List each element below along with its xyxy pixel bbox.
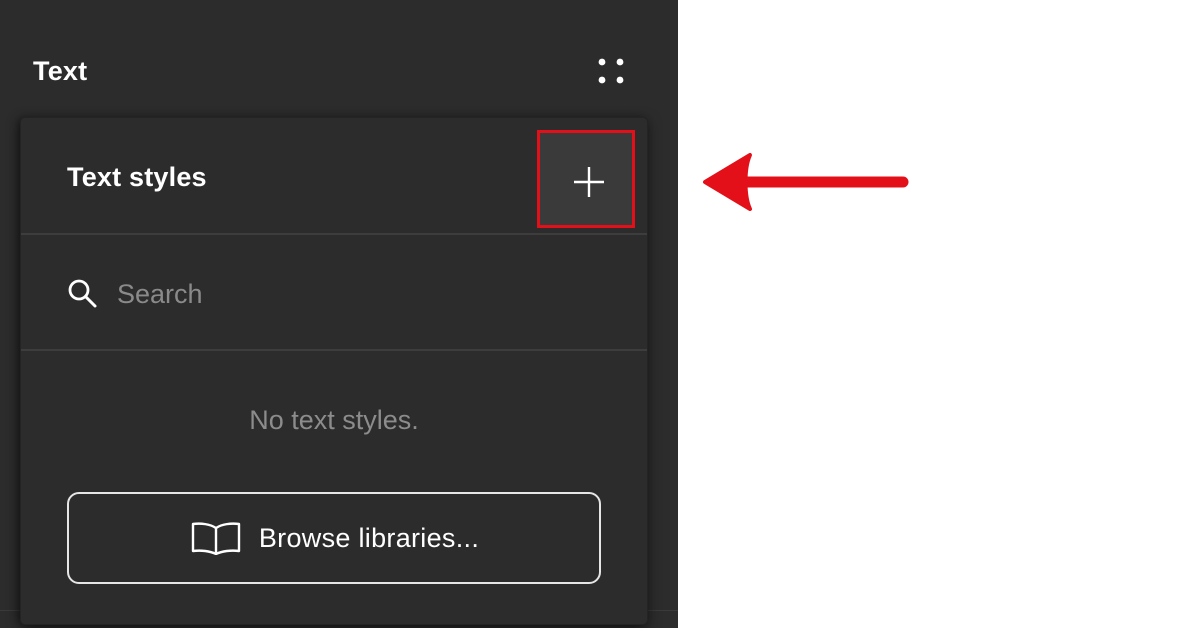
add-text-style-button[interactable] bbox=[537, 130, 635, 228]
browse-libraries-label: Browse libraries... bbox=[258, 522, 480, 553]
properties-panel: Text Text styles Search No text styles. … bbox=[0, 0, 678, 628]
book-icon bbox=[191, 522, 241, 555]
text-section-title: Text bbox=[33, 56, 88, 86]
plus-icon bbox=[574, 167, 604, 197]
search-input[interactable] bbox=[117, 269, 597, 319]
arrow-left-icon bbox=[703, 153, 909, 211]
empty-state-message: No text styles. bbox=[249, 405, 419, 435]
browse-libraries-button[interactable]: Browse libraries... bbox=[67, 492, 601, 584]
screenshot-stage: Text Text styles Search No text styles. … bbox=[0, 0, 1200, 628]
text-styles-popover: Text styles No text styles. bbox=[21, 118, 647, 624]
search-icon bbox=[68, 279, 97, 308]
grid-dots-icon[interactable] bbox=[590, 52, 632, 92]
popover-header: Text styles bbox=[21, 118, 647, 235]
search-row bbox=[21, 235, 647, 351]
popover-title: Text styles bbox=[67, 162, 207, 192]
